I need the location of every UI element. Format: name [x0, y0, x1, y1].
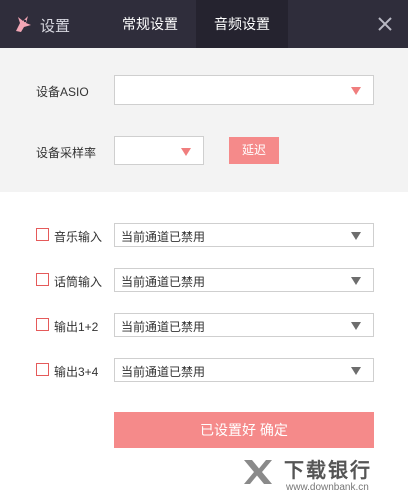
tab-general-settings[interactable]: 常规设置	[104, 0, 196, 48]
output-1-2-checkbox[interactable]	[36, 318, 49, 331]
output-3-4-channel-select[interactable]: 当前通道已禁用	[114, 358, 374, 382]
output-1-2-channel-select[interactable]: 当前通道已禁用	[114, 313, 374, 337]
triangle-down-icon	[351, 87, 361, 95]
music-input-channel-value: 当前通道已禁用	[121, 230, 206, 244]
watermark: 下载银行 www.downbank.cn	[240, 450, 405, 498]
device-panel	[0, 48, 408, 192]
triangle-down-icon	[351, 232, 361, 240]
output-1-2-channel-value: 当前通道已禁用	[121, 320, 206, 334]
music-input-label: 音乐输入	[54, 230, 103, 244]
output-1-2-label: 输出1+2	[54, 320, 99, 334]
triangle-down-icon	[351, 367, 361, 375]
watermark-url: www.downbank.cn	[286, 482, 369, 493]
triangle-down-icon	[351, 277, 361, 285]
mic-input-checkbox[interactable]	[36, 273, 49, 286]
title-bar: 设置 常规设置 音频设置	[0, 0, 408, 48]
triangle-down-icon	[181, 148, 191, 156]
bird-logo-icon	[16, 16, 31, 32]
asio-label: 设备ASIO	[36, 85, 89, 99]
close-icon[interactable]	[374, 13, 396, 35]
output-3-4-channel-value: 当前通道已禁用	[121, 365, 206, 379]
app-title: 设置	[40, 18, 71, 35]
tab-audio-settings[interactable]: 音频设置	[196, 0, 288, 48]
music-input-checkbox[interactable]	[36, 228, 49, 241]
asio-select[interactable]	[114, 75, 374, 105]
triangle-down-icon	[351, 322, 361, 330]
output-3-4-label: 输出3+4	[54, 365, 99, 379]
sample-rate-label: 设备采样率	[36, 146, 97, 160]
music-input-channel-select[interactable]: 当前通道已禁用	[114, 223, 374, 247]
watermark-text: 下载银行	[284, 460, 372, 482]
mic-input-channel-value: 当前通道已禁用	[121, 275, 206, 289]
mic-input-channel-select[interactable]: 当前通道已禁用	[114, 268, 374, 292]
mic-input-label: 话筒输入	[54, 275, 103, 289]
output-3-4-checkbox[interactable]	[36, 363, 49, 376]
confirm-button[interactable]: 已设置好 确定	[114, 412, 374, 448]
watermark-logo-icon	[244, 460, 272, 484]
sample-rate-select[interactable]	[114, 136, 204, 165]
delay-button[interactable]: 延迟	[229, 137, 279, 164]
